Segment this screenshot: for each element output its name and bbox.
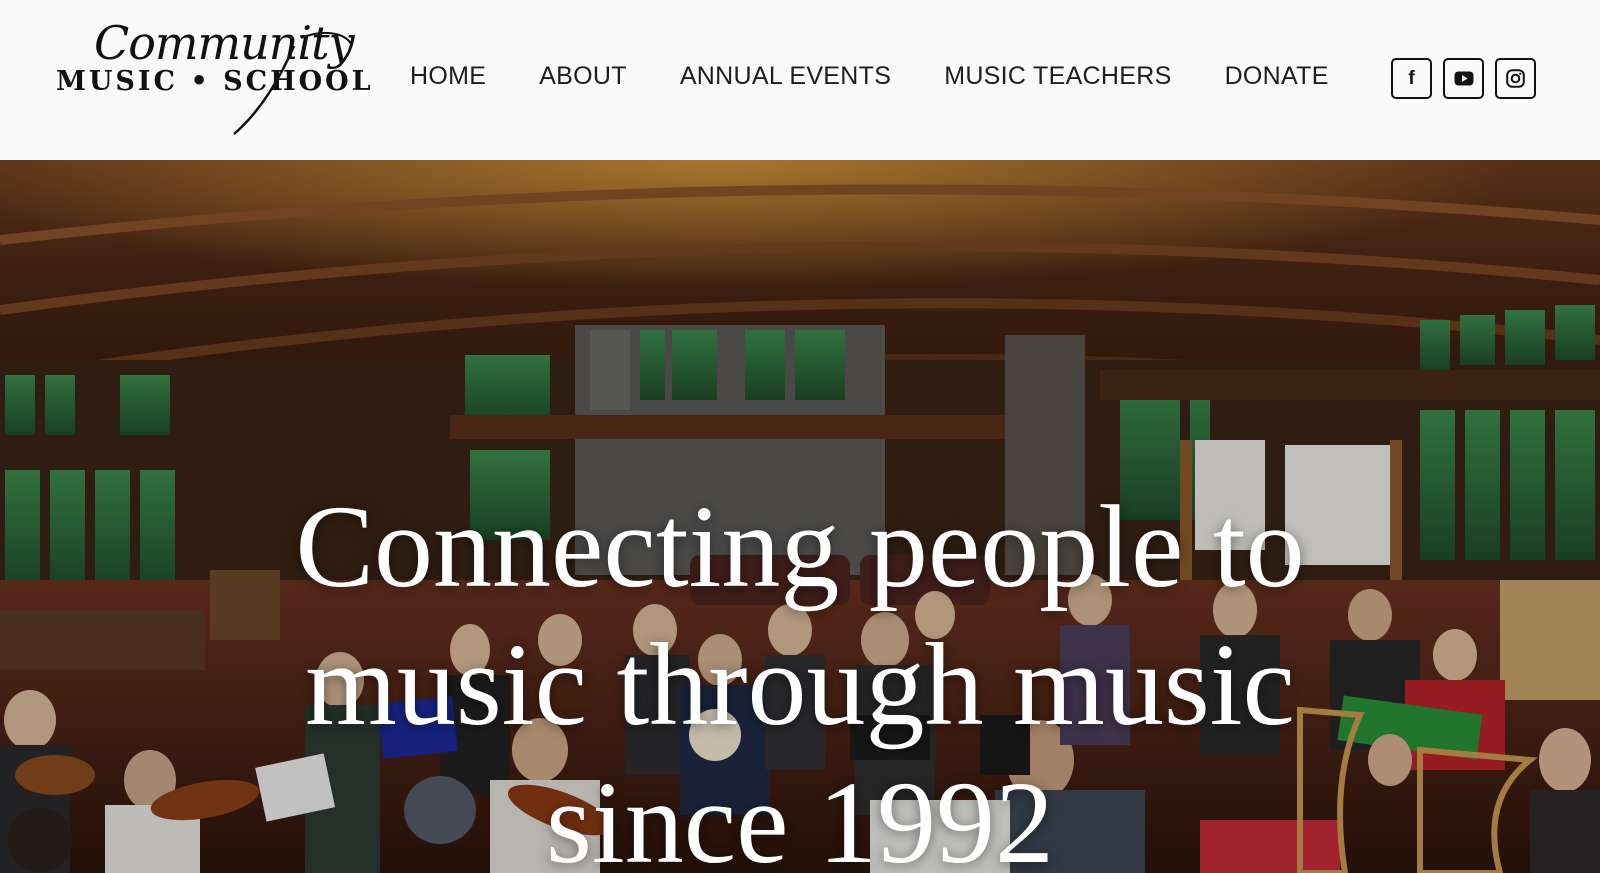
logo-caps-text: MUSIC • SCHOOL: [56, 66, 374, 97]
instagram-icon: [1506, 69, 1525, 88]
nav-annual-events[interactable]: ANNUAL EVENTS: [680, 62, 891, 91]
main-nav: HOME ABOUT ANNUAL EVENTS MUSIC TEACHERS …: [410, 56, 1329, 96]
social-links: f: [1391, 58, 1536, 99]
site-header: Community MUSIC • SCHOOL HOME ABOUT ANNU…: [0, 0, 1600, 160]
nav-music-teachers[interactable]: MUSIC TEACHERS: [944, 62, 1171, 91]
hero-headline: Connecting people to music through music…: [295, 481, 1305, 873]
nav-about[interactable]: ABOUT: [539, 62, 627, 91]
site-logo[interactable]: Community MUSIC • SCHOOL: [56, 16, 371, 138]
youtube-link[interactable]: [1443, 58, 1484, 99]
nav-home[interactable]: HOME: [410, 62, 486, 91]
hero-banner: Connecting people to music through music…: [0, 160, 1600, 873]
facebook-link[interactable]: f: [1391, 58, 1432, 99]
instagram-link[interactable]: [1495, 58, 1536, 99]
facebook-icon: f: [1408, 67, 1415, 89]
youtube-icon: [1454, 71, 1473, 86]
nav-donate[interactable]: DONATE: [1225, 62, 1329, 91]
logo-script-text: Community: [94, 16, 355, 70]
